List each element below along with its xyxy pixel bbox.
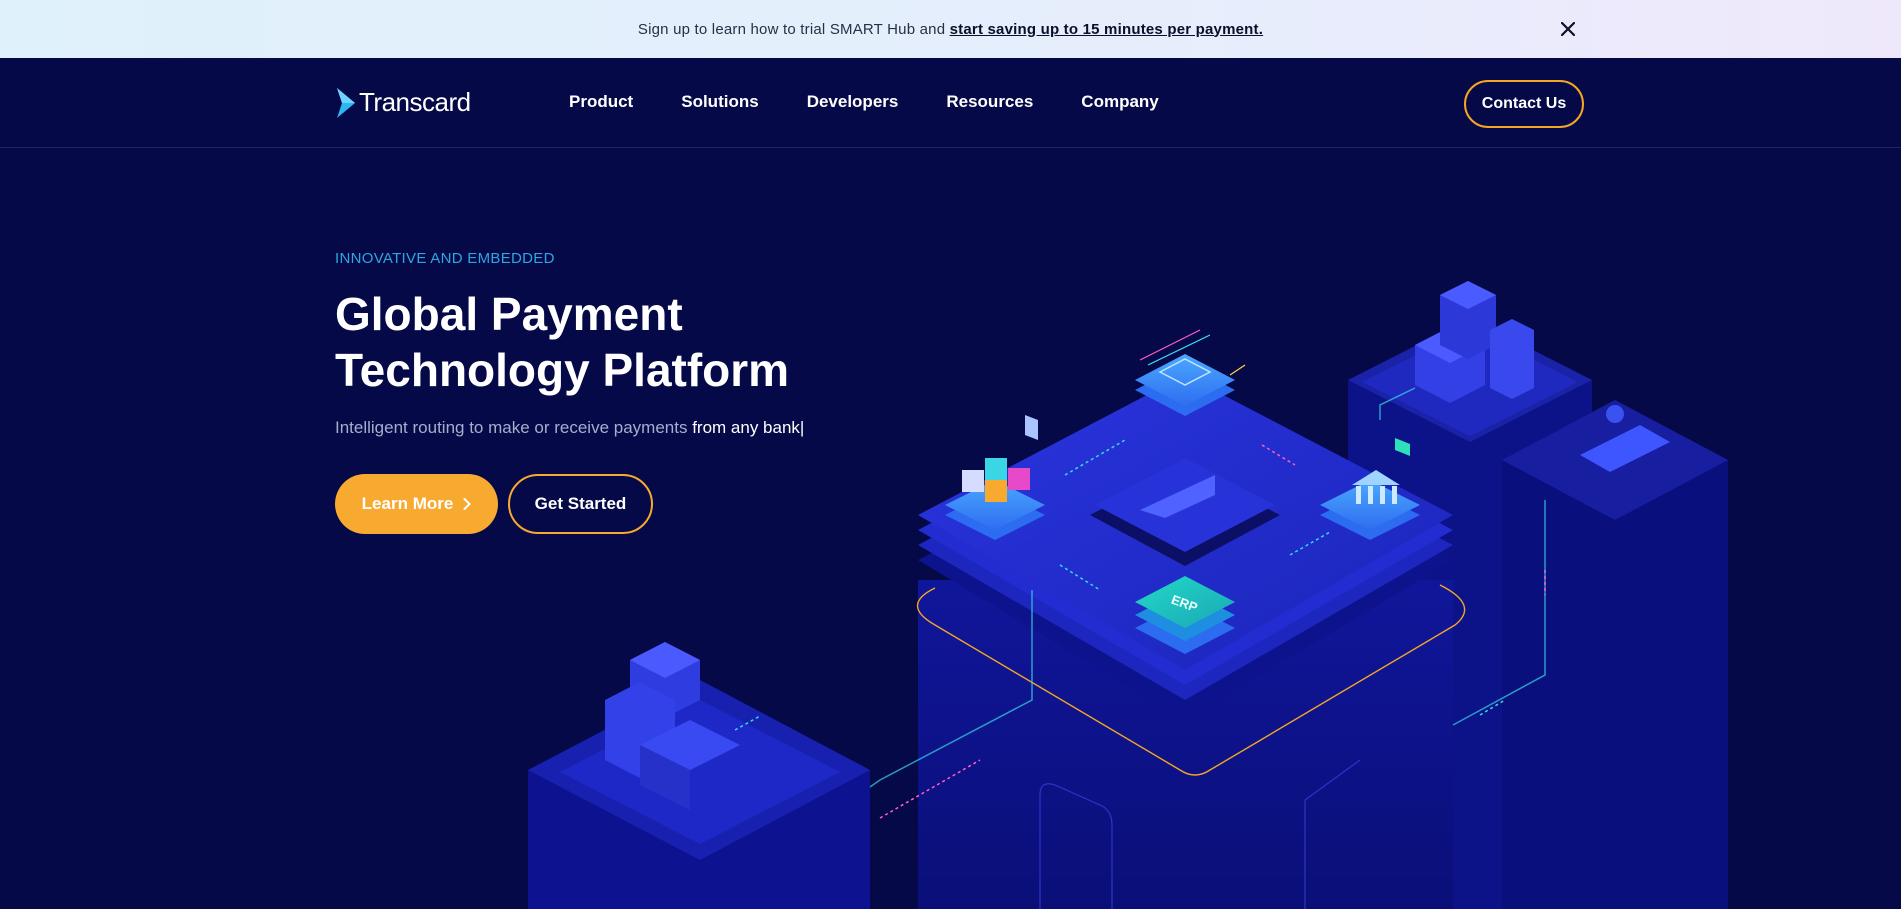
nav-item-resources[interactable]: Resources <box>946 92 1033 112</box>
nav-item-product[interactable]: Product <box>569 92 633 112</box>
left-pillar <box>528 680 870 909</box>
brand-name: Transcard <box>359 87 471 117</box>
document-icon <box>1025 415 1038 440</box>
nav-item-developers[interactable]: Developers <box>807 92 899 112</box>
announcement-link[interactable]: start saving up to 15 minutes per paymen… <box>950 21 1263 38</box>
transcard-logo-icon <box>337 87 355 118</box>
announcement-message: Sign up to learn how to trial SMART Hub … <box>638 21 1263 38</box>
platform-illustration: ERP <box>528 281 1728 909</box>
far-right-pillar <box>1502 400 1728 909</box>
close-icon[interactable] <box>1556 17 1580 41</box>
nav-item-company[interactable]: Company <box>1081 92 1158 112</box>
announcement-bar: Sign up to learn how to trial SMART Hub … <box>0 0 1901 58</box>
announcement-text: Sign up to learn how to trial SMART Hub … <box>637 20 950 38</box>
nav-item-solutions[interactable]: Solutions <box>681 92 758 112</box>
nav-menu: Product Solutions Developers Resources C… <box>569 92 1207 112</box>
buildings-icon <box>1415 281 1534 403</box>
main-nav: Transcard Product Solutions Developers R… <box>0 58 1901 148</box>
contact-us-button[interactable]: Contact Us <box>1464 80 1584 128</box>
brand-logo[interactable]: Transcard <box>337 87 471 118</box>
